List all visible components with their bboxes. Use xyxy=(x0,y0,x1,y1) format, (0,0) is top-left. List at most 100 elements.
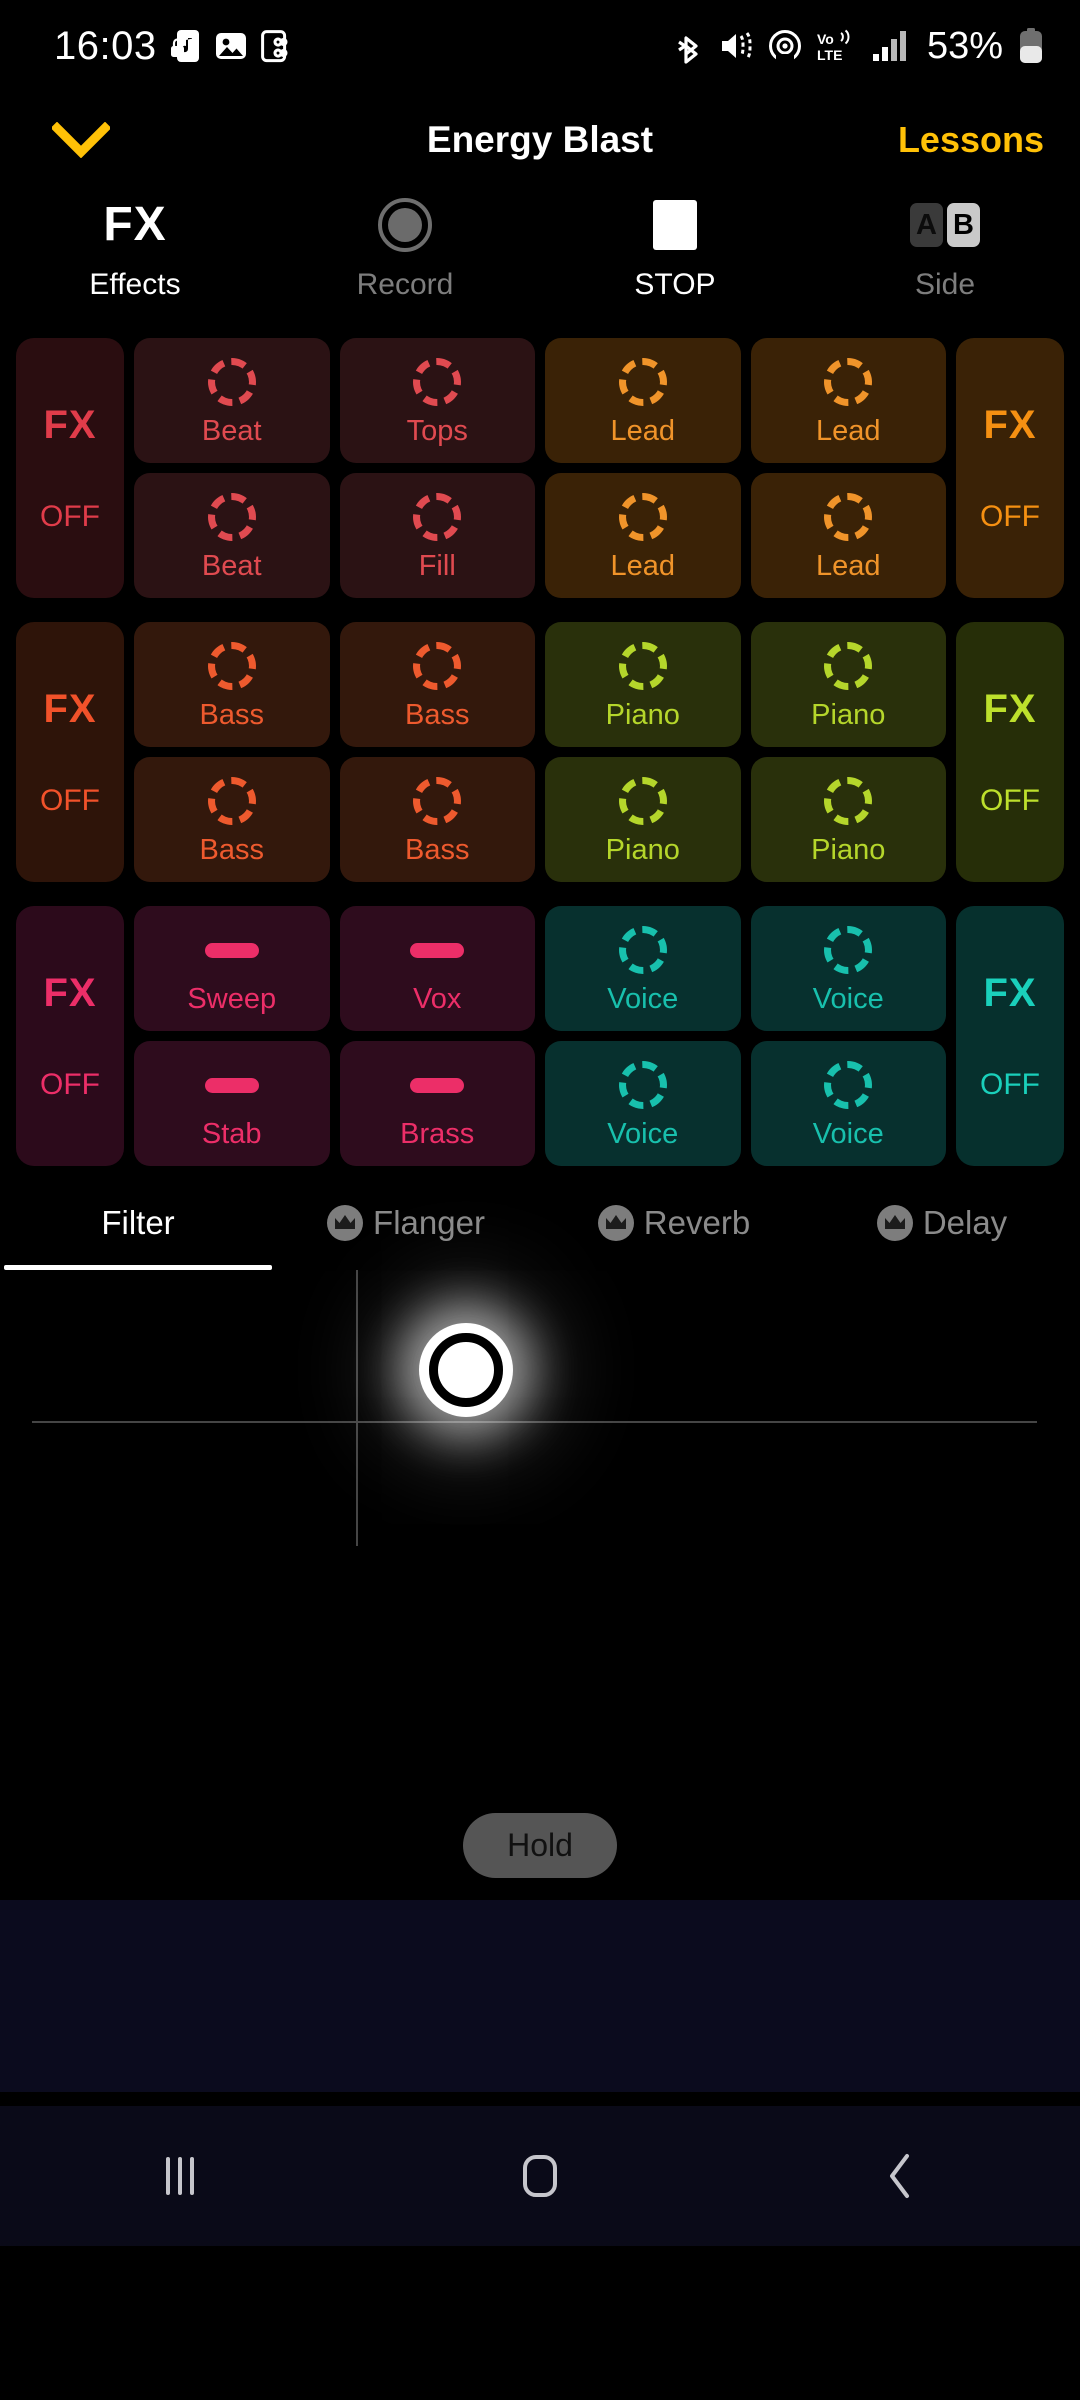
svg-text:LTE: LTE xyxy=(817,47,842,63)
pad-label: Lead xyxy=(610,415,675,447)
sound-pad[interactable]: Bass xyxy=(339,757,535,882)
status-bar: 16:03 Vo LTE 53% xyxy=(0,0,1080,92)
sound-pad[interactable]: Lead xyxy=(750,338,946,463)
volte-icon: VoLTE xyxy=(817,29,850,63)
pad-column: Bass Bass xyxy=(134,622,330,882)
panel-divider xyxy=(0,2092,1080,2106)
fx-tab-label: Reverb xyxy=(643,1204,751,1241)
fx-label: FX xyxy=(983,970,1037,1015)
dashed-circle-icon xyxy=(413,777,462,825)
pad-bank: FX OFF Bass Bass Bass Bass Piano Piano Piano Pian… xyxy=(16,622,1064,882)
sound-pad[interactable]: Sweep xyxy=(134,906,330,1031)
fx-tab-filter[interactable]: Filter xyxy=(4,1197,272,1270)
fx-tab-delay[interactable]: Delay xyxy=(808,1197,1076,1270)
pad-label: Bass xyxy=(199,699,264,731)
fx-state-label: OFF xyxy=(980,1067,1040,1101)
fx-tab-label: Flanger xyxy=(373,1204,485,1241)
sound-pad[interactable]: Voice xyxy=(545,1041,741,1166)
fx-tab-content: Filter xyxy=(101,1197,174,1249)
crown-icon xyxy=(876,1205,913,1241)
sound-pad[interactable]: Lead xyxy=(545,338,741,463)
bar-icon xyxy=(410,1077,465,1093)
fx-label: FX xyxy=(983,686,1037,731)
hold-button[interactable]: Hold xyxy=(463,1812,617,1878)
side-b-label[interactable]: B xyxy=(947,203,980,247)
pad-label: Fill xyxy=(418,550,456,582)
sound-pad[interactable]: Lead xyxy=(750,473,946,598)
pad-column: Voice Voice xyxy=(545,906,741,1166)
fx-toggle-right[interactable]: FX OFF xyxy=(956,622,1064,882)
fx-toggle-right[interactable]: FX OFF xyxy=(956,906,1064,1166)
stop-button[interactable]: STOP xyxy=(540,194,810,338)
lessons-button[interactable]: Lessons xyxy=(898,119,1044,161)
xy-cursor-handle[interactable] xyxy=(429,1332,504,1407)
fx-tab-reverb[interactable]: Reverb xyxy=(540,1197,808,1270)
pad-label: Voice xyxy=(607,1118,679,1150)
xy-crosshair-vertical xyxy=(356,1270,359,1546)
dashed-circle-icon xyxy=(618,642,667,690)
sound-pad[interactable]: Beat xyxy=(134,338,330,463)
chevron-down-icon xyxy=(52,122,110,158)
pad-label: Piano xyxy=(811,834,886,866)
battery-percent: 53% xyxy=(926,24,1003,67)
fx-toggle-left[interactable]: FX OFF xyxy=(16,906,124,1166)
dashed-circle-icon xyxy=(207,493,256,541)
pad-grid: FX OFF Beat Beat Tops Fill Lead Lead Lead Lead FX O… xyxy=(0,338,1080,1166)
collapse-button[interactable] xyxy=(36,122,126,158)
pad-column: Piano Piano xyxy=(750,622,946,882)
fx-tab-bar: Filter Flanger Reverb Delay xyxy=(0,1166,1080,1270)
fx-toggle-right[interactable]: FX OFF xyxy=(956,338,1064,598)
pad-label: Voice xyxy=(607,983,679,1015)
dashed-circle-icon xyxy=(207,358,256,406)
fx-toggle-left[interactable]: FX OFF xyxy=(16,338,124,598)
sound-pad[interactable]: Bass xyxy=(134,622,330,747)
image-icon xyxy=(215,33,246,59)
dashed-circle-icon xyxy=(824,642,873,690)
home-button[interactable] xyxy=(360,2155,720,2197)
pad-column: Bass Bass xyxy=(339,622,535,882)
sound-pad[interactable]: Brass xyxy=(339,1041,535,1166)
fx-label: FX xyxy=(983,402,1037,447)
pad-label: Bass xyxy=(405,699,470,731)
sound-pad[interactable]: Piano xyxy=(750,757,946,882)
sound-pad[interactable]: Stab xyxy=(134,1041,330,1166)
pad-bank: FX OFF Beat Beat Tops Fill Lead Lead Lead Lead FX O… xyxy=(16,338,1064,598)
pad-label: Bass xyxy=(405,834,470,866)
sound-pad[interactable]: Vox xyxy=(339,906,535,1031)
side-a-label[interactable]: A xyxy=(910,203,943,247)
sound-pad[interactable]: Piano xyxy=(545,622,741,747)
record-button[interactable]: Record xyxy=(270,194,540,338)
sound-pad[interactable]: Piano xyxy=(545,757,741,882)
fx-label: FX xyxy=(43,970,97,1015)
xy-effect-pad[interactable] xyxy=(0,1270,1080,1790)
pad-column: Tops Fill xyxy=(339,338,535,598)
dashed-circle-icon xyxy=(824,1061,873,1109)
pad-column: Voice Voice xyxy=(750,906,946,1166)
pad-label: Lead xyxy=(815,550,881,582)
recents-button[interactable] xyxy=(0,2157,360,2195)
sound-pad[interactable]: Piano xyxy=(750,622,946,747)
sound-pad[interactable]: Voice xyxy=(750,906,946,1031)
sound-pad[interactable]: Fill xyxy=(339,473,535,598)
sound-pad[interactable]: Voice xyxy=(545,906,741,1031)
fx-tab-flanger[interactable]: Flanger xyxy=(272,1197,540,1270)
sound-pad[interactable]: Bass xyxy=(134,757,330,882)
effects-button[interactable]: FX Effects xyxy=(0,194,270,338)
pad-bank: FX OFF Sweep Stab Vox Brass Voice Voice Voice Voi… xyxy=(16,906,1064,1166)
sound-pad[interactable]: Bass xyxy=(339,622,535,747)
sound-pad[interactable]: Voice xyxy=(750,1041,946,1166)
music-note-lock-icon xyxy=(170,30,199,62)
sound-pad[interactable]: Tops xyxy=(339,338,535,463)
signal-bars-icon xyxy=(872,31,906,61)
fx-toggle-left[interactable]: FX OFF xyxy=(16,622,124,882)
side-toggle-button[interactable]: A B Side xyxy=(810,194,1080,338)
fx-label: FX xyxy=(43,686,97,731)
battery-icon xyxy=(1020,28,1042,63)
sound-pad[interactable]: Lead xyxy=(545,473,741,598)
pad-column: Beat Beat xyxy=(134,338,330,598)
pad-label: Beat xyxy=(201,550,262,582)
back-button[interactable] xyxy=(720,2153,1080,2199)
sound-pad[interactable]: Beat xyxy=(134,473,330,598)
pad-label: Tops xyxy=(406,415,468,447)
fx-state-label: OFF xyxy=(980,499,1040,533)
